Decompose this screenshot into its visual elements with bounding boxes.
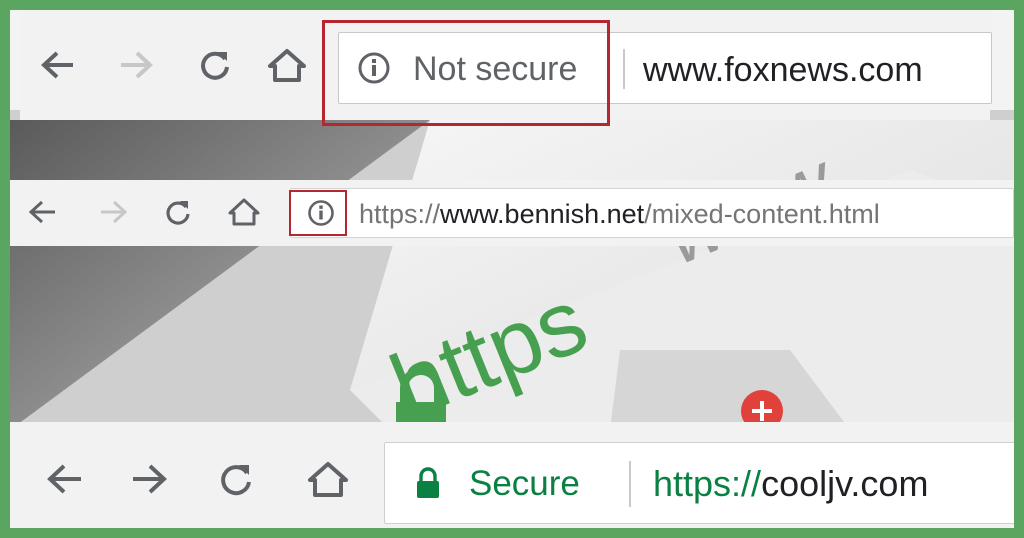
url-host: cooljv.com xyxy=(761,463,929,504)
highlight-box-1 xyxy=(322,20,610,126)
highlight-box-2 xyxy=(289,190,347,236)
address-bar-2[interactable]: https://www.bennish.net/mixed-content.ht… xyxy=(290,188,1014,238)
omnibox-divider xyxy=(629,461,631,507)
browser-toolbar-1: Not secure www.foxnews.com xyxy=(20,10,992,126)
address-bar-3[interactable]: Secure https://cooljv.com xyxy=(384,442,1014,524)
reload-button[interactable] xyxy=(190,40,240,90)
arrow-right-icon xyxy=(133,464,167,494)
url-scheme: https:// xyxy=(653,463,762,504)
arrow-left-icon xyxy=(41,51,73,79)
home-icon xyxy=(308,462,348,497)
forward-button[interactable] xyxy=(112,40,162,90)
reload-icon xyxy=(166,201,190,225)
home-icon xyxy=(268,49,306,82)
back-button[interactable] xyxy=(32,40,82,90)
back-button[interactable] xyxy=(22,192,62,232)
home-button[interactable] xyxy=(222,192,266,232)
arrow-right-icon xyxy=(121,51,153,79)
home-button[interactable] xyxy=(300,454,356,504)
url-scheme: https:// xyxy=(359,199,441,229)
secure-label: Secure xyxy=(469,464,580,503)
url-host: www.bennish.net xyxy=(440,199,645,229)
security-chip-3[interactable]: Secure xyxy=(385,443,625,523)
back-button[interactable] xyxy=(38,454,90,504)
home-button[interactable] xyxy=(260,40,314,90)
arrow-right-icon xyxy=(101,200,128,224)
lock-icon xyxy=(417,467,439,498)
url-path: /mixed-content.html xyxy=(644,199,880,229)
reload-button[interactable] xyxy=(158,192,198,232)
browser-toolbar-2: https://www.bennish.net/mixed-content.ht… xyxy=(10,180,1014,246)
arrow-left-icon xyxy=(47,464,81,494)
reload-icon xyxy=(221,465,251,496)
forward-button[interactable] xyxy=(94,192,134,232)
url-text-2[interactable]: https://www.bennish.net/mixed-content.ht… xyxy=(359,199,880,230)
forward-button[interactable] xyxy=(124,454,176,504)
reload-icon xyxy=(201,51,229,80)
url-text-3[interactable]: https://cooljv.com xyxy=(653,463,928,505)
url-text-1[interactable]: www.foxnews.com xyxy=(643,51,923,90)
home-icon xyxy=(228,198,260,226)
browser-toolbar-3: Secure https://cooljv.com xyxy=(10,422,1014,528)
arrow-left-icon xyxy=(28,200,55,224)
reload-button[interactable] xyxy=(210,454,262,504)
omnibox-divider xyxy=(623,49,625,89)
screenshot-collage: https www. xyxy=(10,10,1014,528)
